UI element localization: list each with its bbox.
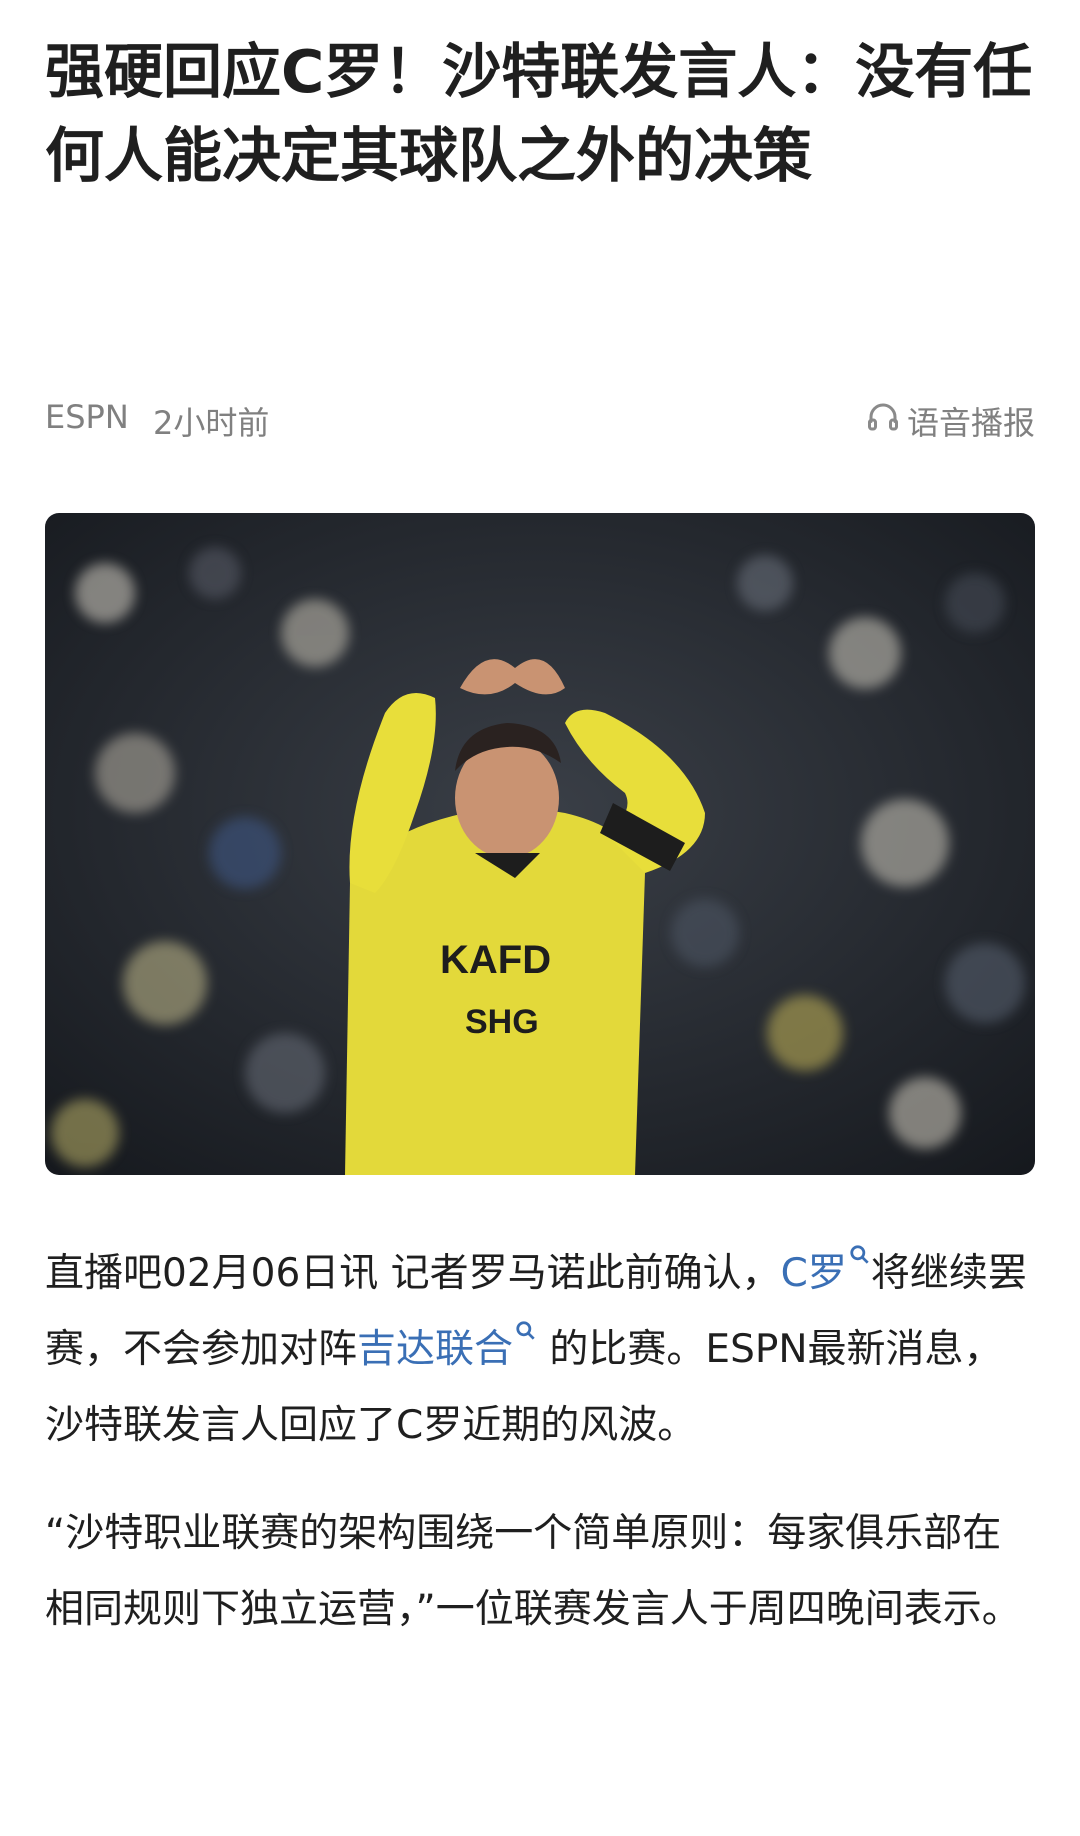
article-paragraph-2: “沙特职业联赛的架构围绕一个简单原则：每家俱乐部在相同规则下独立运营，”一位联赛… bbox=[45, 1511, 1021, 1632]
article-body: 直播吧02月06日讯 记者罗马诺此前确认，C罗 将继续罢赛，不会参加对阵吉达联合 … bbox=[45, 1236, 1040, 1680]
hero-image[interactable]: KAFD SHG bbox=[45, 513, 1035, 1175]
audio-broadcast-button[interactable]: 语音播报 bbox=[865, 398, 1035, 444]
article-source[interactable]: ESPN bbox=[45, 398, 129, 436]
jersey-sponsor-2: SHG bbox=[465, 1003, 539, 1041]
article-page: 强硬回应C罗！沙特联发言人：没有任何人能决定其球队之外的决策 ESPN 2小时前… bbox=[0, 0, 1080, 1836]
article-meta: ESPN 2小时前 语音播报 bbox=[45, 398, 1035, 446]
audio-broadcast-label: 语音播报 bbox=[906, 404, 1035, 442]
search-icon[interactable] bbox=[849, 1236, 871, 1280]
paragraph-text: 直播吧02月06日讯 记者罗马诺此前确认， bbox=[45, 1251, 781, 1296]
article-paragraph-1: 直播吧02月06日讯 记者罗马诺此前确认，C罗 将继续罢赛，不会参加对阵吉达联合 … bbox=[45, 1236, 1040, 1464]
link-al-ittihad[interactable]: 吉达联合 bbox=[357, 1327, 513, 1372]
headphones-icon bbox=[865, 399, 901, 443]
article-title: 强硬回应C罗！沙特联发言人：没有任何人能决定其球队之外的决策 bbox=[45, 37, 1033, 190]
link-c-ronaldo[interactable]: C罗 bbox=[781, 1251, 847, 1296]
player-photo: KAFD SHG bbox=[45, 513, 1035, 1175]
article-timestamp: 2小时前 bbox=[153, 404, 270, 442]
search-icon[interactable] bbox=[515, 1312, 537, 1356]
jersey-sponsor: KAFD bbox=[440, 938, 551, 982]
